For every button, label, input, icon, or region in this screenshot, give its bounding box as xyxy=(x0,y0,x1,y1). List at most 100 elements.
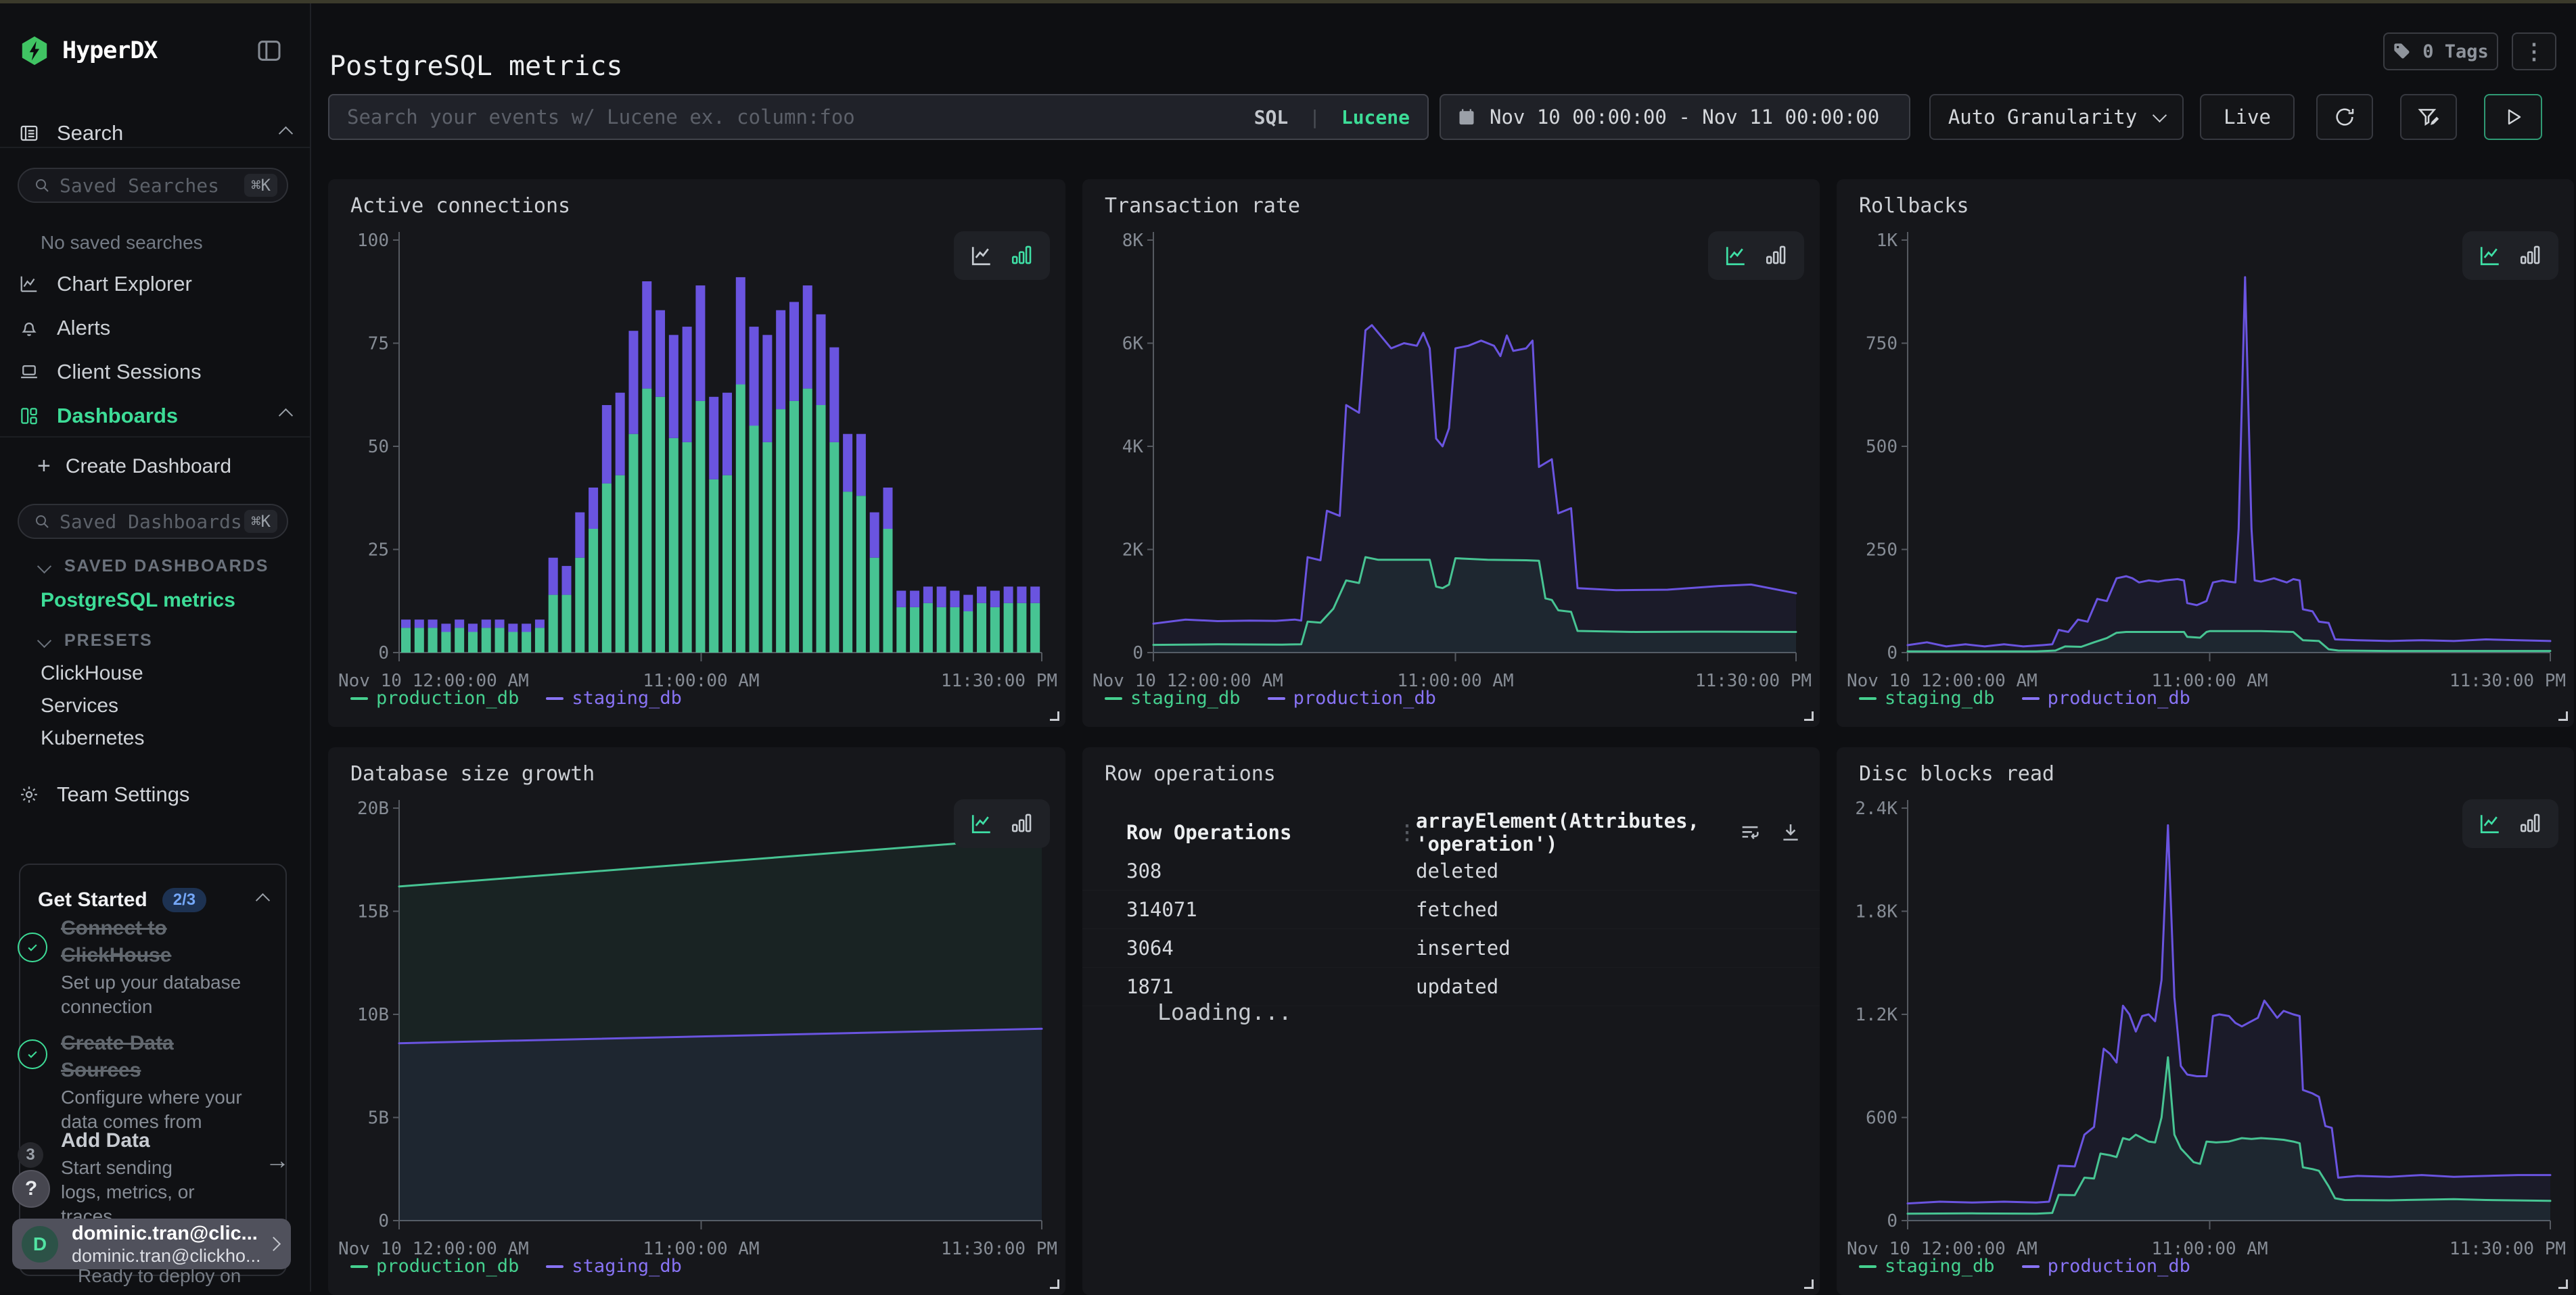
tags-button[interactable]: 0 Tags xyxy=(2383,32,2498,70)
legend-item[interactable]: staging_db xyxy=(1105,688,1241,709)
svg-text:10B: 10B xyxy=(357,1005,389,1025)
avatar: D xyxy=(22,1226,58,1263)
svg-text:0: 0 xyxy=(1132,643,1143,663)
sidebar-item-postgresql-metrics[interactable]: PostgreSQL metrics xyxy=(41,589,235,612)
cell-count: 3064 xyxy=(1126,937,1416,960)
panel-row-operations: Row operations Row Operations ⋮ arrayEle… xyxy=(1082,747,1820,1295)
chart-type-toggle[interactable] xyxy=(954,231,1050,280)
legend-item[interactable]: staging_db xyxy=(1859,688,1995,709)
bar-chart-icon[interactable] xyxy=(1010,243,1034,268)
cell-count: 1871 xyxy=(1126,975,1416,998)
line-chart-icon[interactable] xyxy=(2478,811,2502,836)
column-header-operation[interactable]: arrayElement(Attributes, 'operation') xyxy=(1416,809,1739,855)
column-header-count[interactable]: Row Operations xyxy=(1126,821,1397,844)
legend-item[interactable]: production_db xyxy=(350,688,519,709)
legend-item[interactable]: staging_db xyxy=(1859,1256,1995,1277)
svg-text:250: 250 xyxy=(1866,540,1898,561)
download-icon[interactable] xyxy=(1779,821,1802,844)
item-title: Create Data Sources xyxy=(61,1030,250,1084)
item-title: Connect to ClickHouse xyxy=(61,915,250,969)
bar-chart-icon[interactable] xyxy=(1010,811,1034,836)
svg-text:500: 500 xyxy=(1866,437,1898,457)
chart-type-toggle[interactable] xyxy=(954,799,1050,848)
date-range-picker[interactable]: Nov 10 00:00:00 - Nov 11 00:00:00 xyxy=(1440,94,1910,140)
panel-database-size-growth: Database size growth 05B10B15B20BNov 10 … xyxy=(328,747,1065,1295)
table-header: Row Operations ⋮ arrayElement(Attributes… xyxy=(1082,811,1820,853)
sidebar-item-alerts[interactable]: Alerts xyxy=(19,306,291,350)
legend-item[interactable]: staging_db xyxy=(546,1256,682,1277)
get-started-item-sources[interactable]: Create Data Sources Configure where your… xyxy=(18,1030,250,1134)
panel-title: Database size growth xyxy=(350,762,595,786)
live-button[interactable]: Live xyxy=(2200,94,2295,140)
saved-dashboards-input[interactable]: Saved Dashboards ⌘K xyxy=(18,504,288,539)
sidebar-item-dashboards[interactable]: Dashboards xyxy=(19,394,291,438)
bar-chart-icon[interactable] xyxy=(2518,243,2543,268)
chevron-up-icon[interactable] xyxy=(256,893,270,907)
team-settings-label: Team Settings xyxy=(57,782,189,807)
svg-text:25: 25 xyxy=(368,540,389,561)
sidebar-item-kubernetes[interactable]: Kubernetes xyxy=(41,727,144,750)
svg-text:0: 0 xyxy=(378,1211,389,1231)
query-language-toggle[interactable]: SQL | Lucene xyxy=(1254,106,1410,128)
create-dashboard-button[interactable]: + Create Dashboard xyxy=(37,453,231,479)
hyperdx-logo-icon xyxy=(19,35,50,66)
legend-item[interactable]: production_db xyxy=(1268,688,1436,709)
get-started-item-add-data[interactable]: 3 Add Data Start sending logs, metrics, … xyxy=(18,1127,250,1229)
panel-title: Transaction rate xyxy=(1105,194,1300,218)
line-chart-icon[interactable] xyxy=(969,811,994,836)
chart-type-toggle[interactable] xyxy=(2462,231,2558,280)
sidebar-item-clickhouse[interactable]: ClickHouse xyxy=(41,662,143,685)
user-menu[interactable]: D dominic.tran@clic... dominic.tran@clic… xyxy=(12,1219,291,1269)
legend-item[interactable]: production_db xyxy=(2022,688,2190,709)
filter-button[interactable] xyxy=(2400,94,2457,140)
chart-legend: staging_db production_db xyxy=(1859,688,2190,709)
line-chart-icon[interactable] xyxy=(969,243,994,268)
kebab-menu-button[interactable]: ⋮ xyxy=(2512,32,2556,70)
table-row[interactable]: 314071 fetched xyxy=(1082,890,1820,929)
table-row[interactable]: 3064 inserted xyxy=(1082,928,1820,968)
text-wrap-icon[interactable] xyxy=(1739,821,1762,844)
legend-item[interactable]: production_db xyxy=(2022,1256,2190,1277)
item-desc: Set up your database connection xyxy=(61,970,250,1019)
drag-handle-icon[interactable]: ⋮ xyxy=(1397,821,1416,845)
event-search-input[interactable]: Search your events w/ Lucene ex. column:… xyxy=(328,94,1429,140)
chart-type-toggle[interactable] xyxy=(2462,799,2558,848)
live-label: Live xyxy=(2224,105,2271,128)
chart-type-toggle[interactable] xyxy=(1708,231,1804,280)
check-circle-icon xyxy=(18,933,47,962)
svg-text:100: 100 xyxy=(357,231,389,251)
refresh-button[interactable] xyxy=(2316,94,2373,140)
bar-chart-icon[interactable] xyxy=(1764,243,1789,268)
sidebar-item-team-settings[interactable]: Team Settings xyxy=(19,782,189,807)
saved-dashboards-section[interactable]: SAVED DASHBOARDS xyxy=(39,557,269,576)
line-chart-icon[interactable] xyxy=(1724,243,1748,268)
chevron-right-icon xyxy=(267,1237,281,1251)
divider: | xyxy=(1309,106,1320,128)
window-top-strip xyxy=(0,0,2576,3)
panel-active-connections: Active connections 0255075100Nov 10 12:0… xyxy=(328,179,1065,727)
sidebar: HyperDX Search Saved Searches ⌘K No save… xyxy=(0,3,311,1292)
svg-text:4K: 4K xyxy=(1122,437,1144,457)
legend-item[interactable]: staging_db xyxy=(546,688,682,709)
sidebar-section-search[interactable]: Search xyxy=(19,112,291,155)
kebab-icon: ⋮ xyxy=(2523,39,2545,64)
presets-section[interactable]: PRESETS xyxy=(39,631,153,651)
line-chart-icon[interactable] xyxy=(2478,243,2502,268)
help-button[interactable]: ? xyxy=(12,1170,50,1208)
sidebar-collapse-icon[interactable] xyxy=(256,37,283,68)
bar-chart-icon[interactable] xyxy=(2518,811,2543,836)
no-saved-searches-label: No saved searches xyxy=(41,232,203,254)
sidebar-item-chart-explorer[interactable]: Chart Explorer xyxy=(19,262,291,306)
granularity-select[interactable]: Auto Granularity xyxy=(1929,94,2184,140)
sql-option[interactable]: SQL xyxy=(1254,106,1289,128)
get-started-item-connect[interactable]: Connect to ClickHouse Set up your databa… xyxy=(18,915,250,1019)
progress-badge: 2/3 xyxy=(162,888,206,912)
sidebar-item-services[interactable]: Services xyxy=(41,694,118,717)
table-row[interactable]: 308 deleted xyxy=(1082,851,1820,891)
sidebar-item-client-sessions[interactable]: Client Sessions xyxy=(19,350,291,394)
arrow-right-icon[interactable]: → xyxy=(265,1146,290,1175)
run-query-button[interactable] xyxy=(2484,94,2542,140)
legend-item[interactable]: production_db xyxy=(350,1256,519,1277)
saved-searches-input[interactable]: Saved Searches ⌘K xyxy=(18,168,288,203)
lucene-option[interactable]: Lucene xyxy=(1341,106,1410,128)
